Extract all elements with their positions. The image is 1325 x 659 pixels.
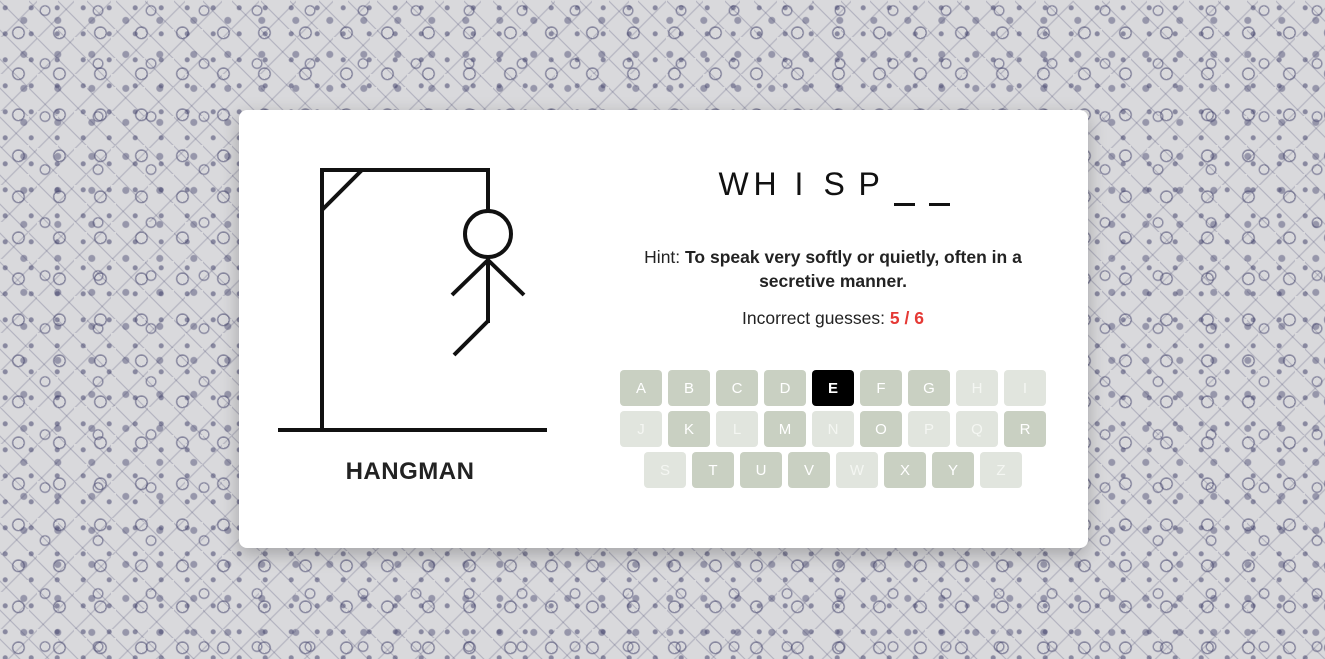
key-v[interactable]: V bbox=[788, 452, 830, 488]
word-letter-slot: H bbox=[753, 166, 777, 202]
word-letter-slot: W bbox=[718, 166, 749, 202]
hint: Hint: To speak very softly or quietly, o… bbox=[623, 245, 1043, 293]
hint-text: To speak very softly or quietly, often i… bbox=[685, 247, 1022, 291]
gallows-brace bbox=[320, 168, 364, 212]
key-e[interactable]: E bbox=[812, 370, 854, 406]
key-o[interactable]: O bbox=[860, 411, 902, 447]
key-k[interactable]: K bbox=[668, 411, 710, 447]
guesses-label: Incorrect guesses: bbox=[742, 308, 886, 328]
key-p: P bbox=[908, 411, 950, 447]
incorrect-guesses: Incorrect guesses: 5 / 6 bbox=[623, 308, 1043, 329]
figure-left-arm bbox=[450, 258, 490, 297]
key-w: W bbox=[836, 452, 878, 488]
key-n: N bbox=[812, 411, 854, 447]
word-display: WHISP bbox=[619, 162, 1049, 206]
key-q: Q bbox=[956, 411, 998, 447]
hint-label: Hint: bbox=[644, 247, 681, 267]
word-blank-slot bbox=[928, 166, 950, 206]
key-j: J bbox=[620, 411, 662, 447]
word-letter-slot: P bbox=[858, 166, 880, 202]
keyboard-row: STUVWXYZ bbox=[620, 452, 1046, 488]
key-t[interactable]: T bbox=[692, 452, 734, 488]
key-g[interactable]: G bbox=[908, 370, 950, 406]
hangman-drawing bbox=[275, 165, 550, 445]
key-a[interactable]: A bbox=[620, 370, 662, 406]
key-c[interactable]: C bbox=[716, 370, 758, 406]
key-z: Z bbox=[980, 452, 1022, 488]
key-f[interactable]: F bbox=[860, 370, 902, 406]
key-s: S bbox=[644, 452, 686, 488]
letter-keyboard: ABCDEFGHI JKLMNOPQR STUVWXYZ bbox=[620, 370, 1046, 493]
key-m[interactable]: M bbox=[764, 411, 806, 447]
word-blank-slot bbox=[893, 166, 915, 206]
key-b[interactable]: B bbox=[668, 370, 710, 406]
key-x[interactable]: X bbox=[884, 452, 926, 488]
word-letter-slot: I bbox=[794, 166, 804, 202]
key-r[interactable]: R bbox=[1004, 411, 1046, 447]
key-i: I bbox=[1004, 370, 1046, 406]
word-letter-slot: S bbox=[823, 166, 845, 202]
key-u[interactable]: U bbox=[740, 452, 782, 488]
figure-head bbox=[463, 209, 513, 259]
key-l: L bbox=[716, 411, 758, 447]
figure-right-arm bbox=[486, 258, 526, 297]
keyboard-row: JKLMNOPQR bbox=[620, 411, 1046, 447]
guesses-count: 5 / 6 bbox=[889, 308, 924, 328]
key-y[interactable]: Y bbox=[932, 452, 974, 488]
game-title: HANGMAN bbox=[345, 458, 475, 485]
key-d[interactable]: D bbox=[764, 370, 806, 406]
keyboard-row: ABCDEFGHI bbox=[620, 370, 1046, 406]
gallows-figure bbox=[278, 168, 547, 432]
game-card: HANGMAN WHISP Hint: To speak very softly… bbox=[239, 110, 1088, 548]
key-h: H bbox=[956, 370, 998, 406]
figure-left-leg bbox=[452, 319, 490, 357]
